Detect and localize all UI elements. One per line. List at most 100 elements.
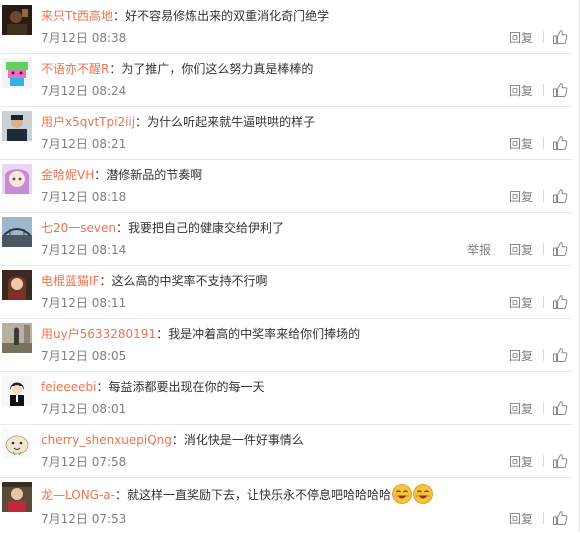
comment-text-line: 来只Tt西高地：好不容易修炼出来的双重消化奇门绝学 bbox=[41, 9, 330, 23]
comment-text-line: 七20一seven：我要把自己的健康交给伊利了 bbox=[41, 221, 285, 235]
comment-text-line: feieeeebi：每益添都要出现在你的每一天 bbox=[41, 380, 265, 394]
reply-button[interactable]: 回复 bbox=[509, 294, 533, 311]
comment-content: 每益添都要出现在你的每一天 bbox=[108, 380, 265, 394]
comment-item: 七20一seven：我要把自己的健康交给伊利了 7月12日 08:14 举报 回… bbox=[0, 212, 572, 266]
avatar[interactable] bbox=[2, 376, 32, 406]
comment-timestamp: 7月12日 07:58 bbox=[41, 455, 127, 469]
divider bbox=[543, 455, 544, 467]
like-icon[interactable] bbox=[552, 347, 568, 363]
username-link[interactable]: 用uy户5633280191 bbox=[41, 327, 156, 341]
comment-item: 用户x5qvtTpi2iij：为什么听起来就牛逼哄哄的样子 7月12日 08:2… bbox=[0, 106, 572, 160]
comment-content: 消化快是一件好事情么 bbox=[183, 433, 304, 447]
comment-item: 用uy户5633280191：我是冲着高的中奖率来给你们捧场的 7月12日 08… bbox=[0, 318, 572, 372]
username-link[interactable]: 电棍蓝猫IF bbox=[41, 274, 99, 288]
comment-content: 好不容易修炼出来的双重消化奇门绝学 bbox=[125, 9, 330, 23]
divider bbox=[543, 31, 544, 43]
avatar[interactable] bbox=[2, 111, 32, 141]
username-link[interactable]: 不语亦不醒R bbox=[41, 62, 109, 76]
reply-button[interactable]: 回复 bbox=[509, 29, 533, 46]
avatar[interactable] bbox=[2, 5, 32, 35]
avatar[interactable] bbox=[2, 164, 32, 194]
comment-text-line: 金哈妮VH：潜修新品的节奏啊 bbox=[41, 168, 203, 182]
reply-button[interactable]: 回复 bbox=[509, 241, 533, 258]
comment-actions: 举报 回复 bbox=[467, 239, 568, 259]
divider bbox=[543, 190, 544, 202]
comment-text-line: 用户x5qvtTpi2iij：为什么听起来就牛逼哄哄的样子 bbox=[41, 115, 316, 129]
comment-text-line: 不语亦不醒R：为了推广，你们这么努力真是棒棒的 bbox=[41, 62, 314, 76]
reply-button[interactable]: 回复 bbox=[509, 135, 533, 152]
comment-item: 龙—LONG-a-：就这样一直奖励下去，让快乐永不停息吧哈哈哈哈 7月12日 0… bbox=[0, 477, 572, 535]
comment-content: 这么高的中奖率不支持不行啊 bbox=[111, 274, 268, 288]
reply-button[interactable]: 回复 bbox=[509, 347, 533, 364]
divider bbox=[543, 512, 544, 524]
avatar[interactable] bbox=[2, 217, 32, 247]
avatar[interactable] bbox=[2, 270, 32, 300]
comment-item: 不语亦不醒R：为了推广，你们这么努力真是棒棒的 7月12日 08:24 回复 bbox=[0, 53, 572, 107]
avatar[interactable] bbox=[2, 323, 32, 353]
like-icon[interactable] bbox=[552, 400, 568, 416]
comment-content: 为什么听起来就牛逼哄哄的样子 bbox=[147, 115, 316, 129]
comment-content: 我要把自己的健康交给伊利了 bbox=[128, 221, 285, 235]
comment-timestamp: 7月12日 07:53 bbox=[41, 512, 127, 526]
avatar[interactable] bbox=[2, 429, 32, 459]
comment-timestamp: 7月12日 08:01 bbox=[41, 402, 127, 416]
comment-actions: 回复 bbox=[509, 186, 568, 206]
comment-actions: 回复 bbox=[509, 398, 568, 418]
like-icon[interactable] bbox=[552, 294, 568, 310]
username-link[interactable]: 七20一seven bbox=[41, 221, 116, 235]
comment-text-line: cherry_shenxuepiQng：消化快是一件好事情么 bbox=[41, 433, 304, 447]
comment-item: 金哈妮VH：潜修新品的节奏啊 7月12日 08:18 回复 bbox=[0, 159, 572, 213]
username-link[interactable]: cherry_shenxuepiQng bbox=[41, 433, 172, 447]
comment-actions: 回复 bbox=[509, 292, 568, 312]
reply-button[interactable]: 回复 bbox=[509, 453, 533, 470]
comment-timestamp: 7月12日 08:24 bbox=[41, 84, 127, 98]
laughing-emoji-icon bbox=[413, 484, 433, 504]
reply-button[interactable]: 回复 bbox=[509, 188, 533, 205]
divider bbox=[543, 137, 544, 149]
comment-timestamp: 7月12日 08:21 bbox=[41, 137, 127, 151]
report-button[interactable]: 举报 bbox=[467, 241, 491, 258]
divider bbox=[543, 84, 544, 96]
username-link[interactable]: feieeeebi bbox=[41, 380, 96, 394]
username-link[interactable]: 龙—LONG-a- bbox=[41, 488, 115, 502]
comment-actions: 回复 bbox=[509, 508, 568, 528]
comment-item: feieeeebi：每益添都要出现在你的每一天 7月12日 08:01 回复 bbox=[0, 371, 572, 425]
like-icon[interactable] bbox=[552, 188, 568, 204]
username-link[interactable]: 用户x5qvtTpi2iij bbox=[41, 115, 135, 129]
avatar[interactable] bbox=[2, 58, 32, 88]
comment-timestamp: 7月12日 08:11 bbox=[41, 296, 127, 310]
divider bbox=[543, 402, 544, 414]
like-icon[interactable] bbox=[552, 241, 568, 257]
username-link[interactable]: 金哈妮VH bbox=[41, 168, 94, 182]
reply-button[interactable]: 回复 bbox=[509, 510, 533, 527]
like-icon[interactable] bbox=[552, 135, 568, 151]
like-icon[interactable] bbox=[552, 29, 568, 45]
comment-actions: 回复 bbox=[509, 345, 568, 365]
divider bbox=[543, 296, 544, 308]
comment-timestamp: 7月12日 08:05 bbox=[41, 349, 127, 363]
comment-actions: 回复 bbox=[509, 80, 568, 100]
comment-text-line: 龙—LONG-a-：就这样一直奖励下去，让快乐永不停息吧哈哈哈哈 bbox=[41, 484, 433, 504]
comment-content: 我是冲着高的中奖率来给你们捧场的 bbox=[168, 327, 361, 341]
username-link[interactable]: 来只Tt西高地 bbox=[41, 9, 113, 23]
like-icon[interactable] bbox=[552, 82, 568, 98]
like-icon[interactable] bbox=[552, 453, 568, 469]
comment-actions: 回复 bbox=[509, 27, 568, 47]
comment-content: 潜修新品的节奏啊 bbox=[106, 168, 203, 182]
avatar[interactable] bbox=[2, 482, 32, 512]
comment-feed: 来只Tt西高地：好不容易修炼出来的双重消化奇门绝学 7月12日 08:38 回复… bbox=[0, 0, 580, 533]
comment-actions: 回复 bbox=[509, 133, 568, 153]
comment-item: cherry_shenxuepiQng：消化快是一件好事情么 7月12日 07:… bbox=[0, 424, 572, 478]
laughing-emoji-icon bbox=[392, 484, 412, 504]
comment-item: 来只Tt西高地：好不容易修炼出来的双重消化奇门绝学 7月12日 08:38 回复 bbox=[0, 0, 572, 54]
comment-timestamp: 7月12日 08:38 bbox=[41, 31, 127, 45]
comment-content: 就这样一直奖励下去，让快乐永不停息吧哈哈哈哈 bbox=[127, 488, 392, 502]
comment-text-line: 用uy户5633280191：我是冲着高的中奖率来给你们捧场的 bbox=[41, 327, 361, 341]
comment-text-line: 电棍蓝猫IF：这么高的中奖率不支持不行啊 bbox=[41, 274, 268, 288]
reply-button[interactable]: 回复 bbox=[509, 82, 533, 99]
like-icon[interactable] bbox=[552, 510, 568, 526]
reply-button[interactable]: 回复 bbox=[509, 400, 533, 417]
divider bbox=[543, 243, 544, 255]
comment-timestamp: 7月12日 08:14 bbox=[41, 243, 127, 257]
comment-content: 为了推广，你们这么努力真是棒棒的 bbox=[121, 62, 314, 76]
